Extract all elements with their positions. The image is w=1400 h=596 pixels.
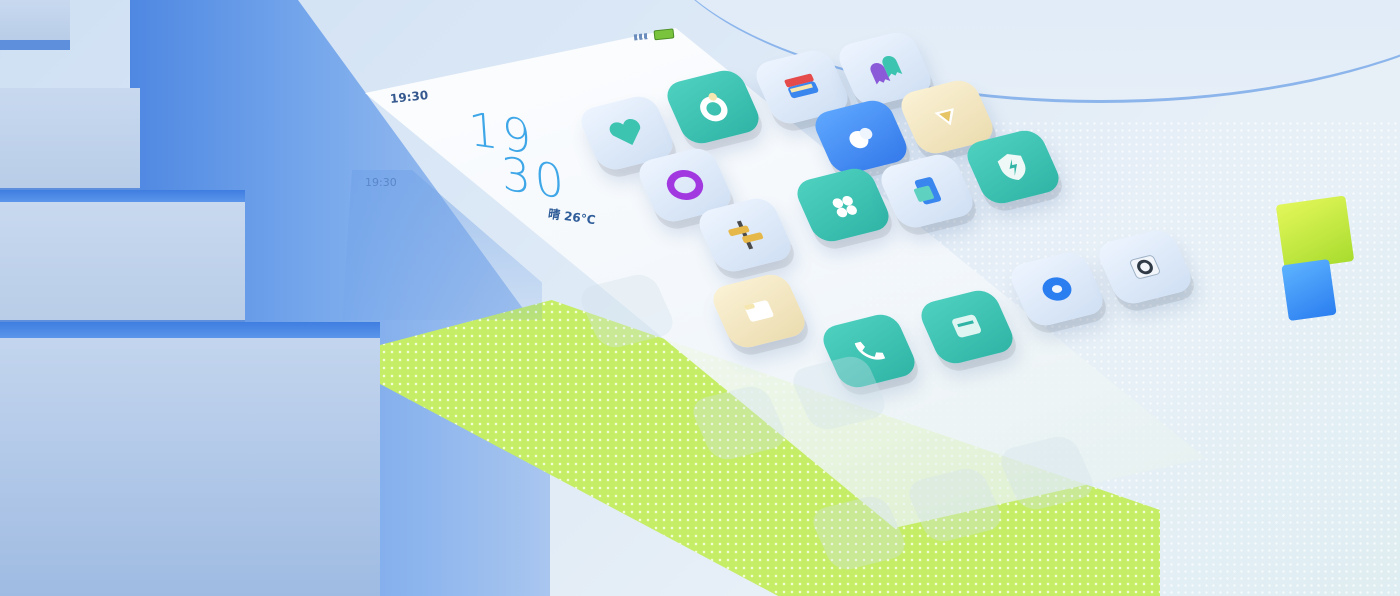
message-icon — [952, 314, 982, 338]
signal-icon — [633, 32, 651, 41]
folder-icon — [744, 300, 774, 322]
wallet-icon — [784, 73, 819, 99]
stair-step — [0, 200, 245, 330]
ring-icon — [700, 92, 728, 122]
shield-icon — [997, 154, 1026, 180]
camera-icon — [1130, 255, 1160, 279]
stair-step — [0, 338, 380, 596]
scene: 19:30 19:30 19 30 晴 26°C — [0, 0, 1400, 596]
blue-cube — [1281, 258, 1337, 322]
transfer-icon — [913, 177, 942, 205]
battery-icon — [653, 28, 675, 41]
tag-icon — [934, 108, 954, 126]
stair-riser — [0, 190, 245, 202]
cloud-icon — [849, 127, 873, 149]
torus-icon — [666, 170, 704, 200]
green-cube — [1275, 195, 1355, 271]
ghost-icon — [870, 55, 903, 85]
signpost-icon — [728, 220, 764, 250]
heart-icon — [609, 118, 641, 146]
stair-step — [0, 0, 70, 50]
donut-icon — [1042, 277, 1072, 301]
stair-riser — [0, 322, 380, 338]
flower-icon — [832, 195, 857, 218]
stair-step — [0, 88, 140, 198]
ghost-clock-time: 19:30 — [365, 176, 397, 189]
